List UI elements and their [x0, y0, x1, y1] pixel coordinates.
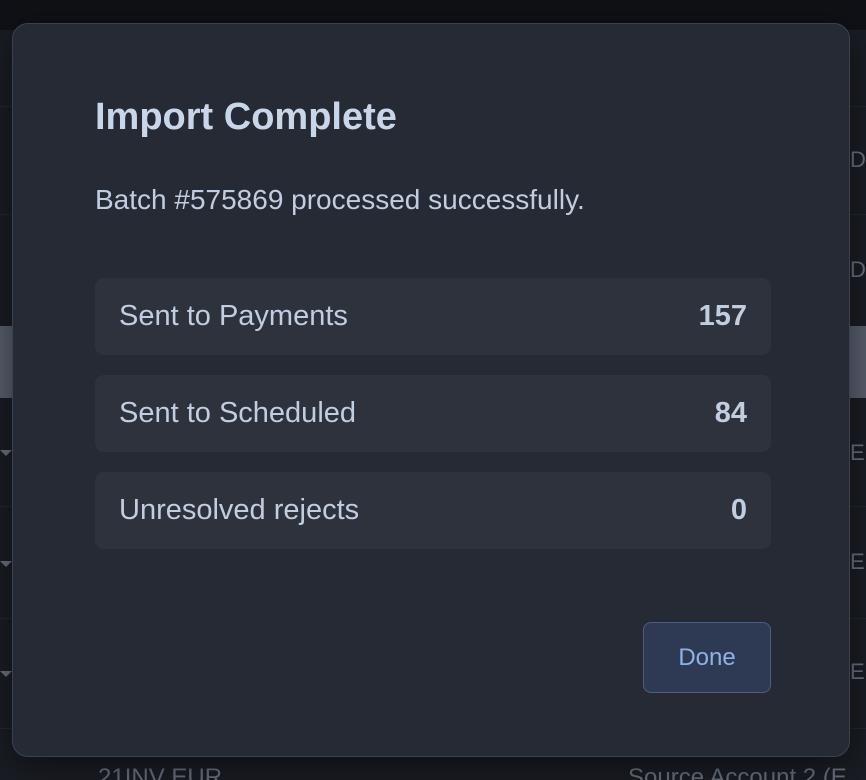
- stat-label: Sent to Scheduled: [119, 397, 357, 429]
- chevron-down-icon: [0, 561, 12, 567]
- background-cell-text: 21INV EUR: [98, 764, 223, 780]
- stat-value: 157: [698, 300, 747, 332]
- background-cell-text: E: [850, 549, 865, 574]
- chevron-down-icon: [0, 671, 12, 677]
- stat-label: Sent to Payments: [119, 300, 348, 332]
- stat-row-sent-to-scheduled: Sent to Scheduled 84: [95, 375, 771, 452]
- done-button[interactable]: Done: [643, 622, 771, 693]
- chevron-down-icon: [0, 450, 12, 456]
- stat-value: 84: [714, 397, 747, 429]
- dialog-message: Batch #575869 processed successfully.: [95, 184, 585, 215]
- stat-row-sent-to-payments: Sent to Payments 157: [95, 278, 771, 355]
- background-cell-text: E: [850, 659, 865, 684]
- import-complete-dialog: Import Complete Batch #575869 processed …: [12, 23, 850, 757]
- stat-label: Unresolved rejects: [119, 494, 360, 526]
- background-cell-text: D: [850, 147, 866, 172]
- background-cell-text: E: [850, 440, 865, 465]
- background-cell-text: D: [850, 257, 866, 282]
- stat-row-unresolved-rejects: Unresolved rejects 0: [95, 472, 771, 549]
- stat-value: 0: [730, 494, 747, 526]
- dialog-title: Import Complete: [95, 96, 397, 138]
- background-cell-text: Source Account 2 (E: [628, 764, 847, 780]
